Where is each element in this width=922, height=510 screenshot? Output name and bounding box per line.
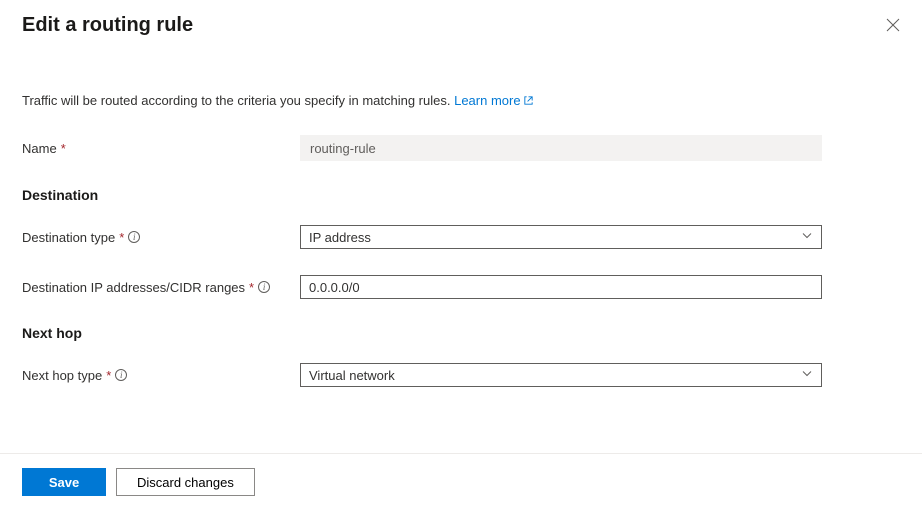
destination-section-heading: Destination	[22, 187, 900, 203]
description-text: Traffic will be routed according to the …	[22, 93, 900, 109]
close-icon	[886, 18, 900, 32]
required-indicator: *	[249, 280, 254, 295]
required-indicator: *	[61, 141, 66, 156]
close-button[interactable]	[882, 14, 904, 36]
destination-cidr-input[interactable]	[300, 275, 822, 299]
destination-type-value: IP address	[309, 230, 371, 245]
name-label: Name	[22, 141, 57, 156]
destination-type-select[interactable]: IP address	[300, 225, 822, 249]
external-link-icon	[523, 94, 534, 109]
save-button[interactable]: Save	[22, 468, 106, 496]
description-body: Traffic will be routed according to the …	[22, 93, 454, 108]
next-hop-type-select[interactable]: Virtual network	[300, 363, 822, 387]
next-hop-type-label: Next hop type	[22, 368, 102, 383]
destination-cidr-label: Destination IP addresses/CIDR ranges	[22, 280, 245, 295]
learn-more-link[interactable]: Learn more	[454, 93, 533, 108]
required-indicator: *	[106, 368, 111, 383]
info-icon[interactable]: i	[115, 369, 127, 381]
name-input	[300, 135, 822, 161]
info-icon[interactable]: i	[258, 281, 270, 293]
chevron-down-icon	[801, 230, 813, 245]
info-icon[interactable]: i	[128, 231, 140, 243]
chevron-down-icon	[801, 368, 813, 383]
page-title: Edit a routing rule	[22, 14, 193, 37]
destination-type-label: Destination type	[22, 230, 115, 245]
required-indicator: *	[119, 230, 124, 245]
next-hop-type-value: Virtual network	[309, 368, 395, 383]
discard-changes-button[interactable]: Discard changes	[116, 468, 255, 496]
next-hop-section-heading: Next hop	[22, 325, 900, 341]
learn-more-label: Learn more	[454, 93, 520, 108]
